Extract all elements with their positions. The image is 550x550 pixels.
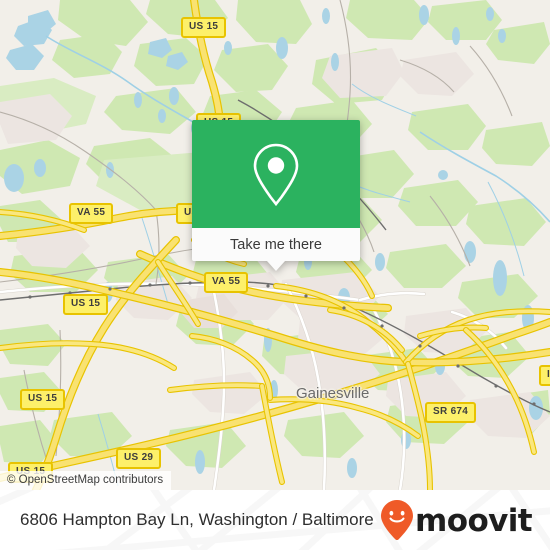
- road-shield: US 29: [116, 448, 162, 469]
- road-shield: US 15: [181, 17, 227, 38]
- place-label-gainesville: Gainesville: [296, 385, 370, 402]
- take-me-there-button[interactable]: Take me there: [192, 228, 360, 261]
- moovit-map-screenshot: .grn{fill:#cfe8b2} .grn2{fill:#d9ecc2} .…: [0, 0, 550, 550]
- popup-icon-area: [192, 120, 360, 228]
- popup-tail: [267, 261, 285, 271]
- road-shield: US 15: [63, 294, 109, 315]
- footer-address: 6806 Hampton Bay Ln, Washington / Baltim…: [20, 510, 374, 529]
- road-shield: I 66: [539, 365, 550, 386]
- map-popup-card[interactable]: Take me there: [192, 120, 360, 271]
- road-shield: VA 55: [69, 203, 114, 224]
- map-pin-icon: [253, 143, 299, 207]
- road-shield: VA 55: [204, 272, 249, 293]
- road-shield: US 15: [20, 389, 66, 410]
- road-shield: SR 674: [425, 402, 477, 423]
- moovit-smiley-pin-icon: [381, 500, 414, 540]
- moovit-wordmark: moovit: [415, 502, 533, 539]
- take-me-there-label: Take me there: [230, 236, 322, 253]
- page-footer: 6806 Hampton Bay Ln, Washington / Baltim…: [0, 490, 550, 550]
- moovit-logo[interactable]: moovit: [380, 499, 533, 541]
- osm-attribution[interactable]: © OpenStreetMap contributors: [0, 471, 172, 490]
